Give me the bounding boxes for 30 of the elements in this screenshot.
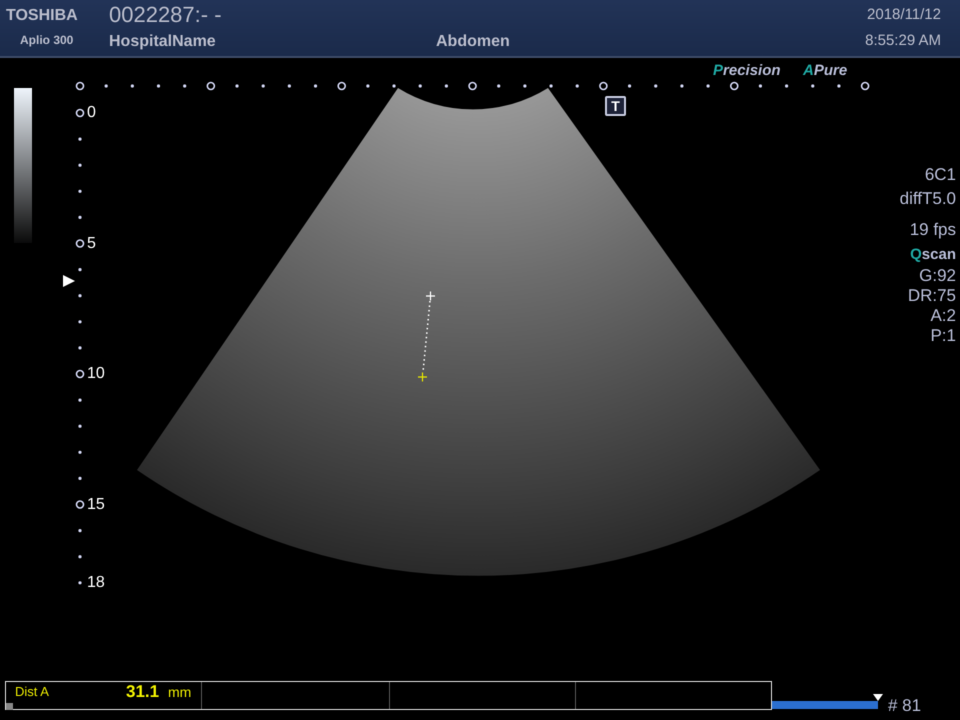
imaging-parameter: P:1 — [930, 327, 956, 344]
mode-logo: APure — [803, 63, 848, 78]
frame-rate: 19 fps — [910, 221, 956, 238]
imaging-parameter: G:92 — [919, 267, 956, 284]
exam-date: 2018/11/12 — [867, 7, 941, 22]
exam-preset: Abdomen — [436, 34, 510, 50]
imaging-parameter: diffT5.0 — [900, 190, 956, 207]
brand-logo: TOSHIBA — [6, 8, 78, 24]
measurement-label: Dist A — [15, 685, 49, 698]
depth-label: 18 — [87, 575, 105, 591]
hospital-name: HospitalName — [109, 34, 216, 50]
panel-corner-icon — [6, 703, 13, 710]
frame-number: # 81 — [888, 697, 922, 714]
transducer-marker: T — [605, 96, 626, 116]
imaging-parameter: DR:75 — [908, 287, 956, 304]
depth-label: 10 — [87, 366, 105, 382]
imaging-parameter: A:2 — [930, 307, 956, 324]
patient-id: 0022287:- - — [109, 4, 222, 26]
depth-label: 0 — [87, 105, 96, 121]
depth-label: 5 — [87, 236, 96, 252]
measurement-unit: mm — [168, 685, 192, 699]
focus-marker-icon — [63, 275, 75, 287]
imaging-parameter: 6C1 — [924, 166, 956, 183]
measurement-value: 31.1 — [126, 683, 160, 700]
exam-time: 8:55:29 AM — [865, 33, 941, 48]
model-name: Aplio 300 — [20, 34, 74, 46]
mode-logo: Precision — [713, 63, 781, 78]
scan-mode-logo: Qscan — [910, 247, 956, 262]
cine-position-marker — [873, 694, 883, 701]
depth-label: 15 — [87, 497, 105, 513]
